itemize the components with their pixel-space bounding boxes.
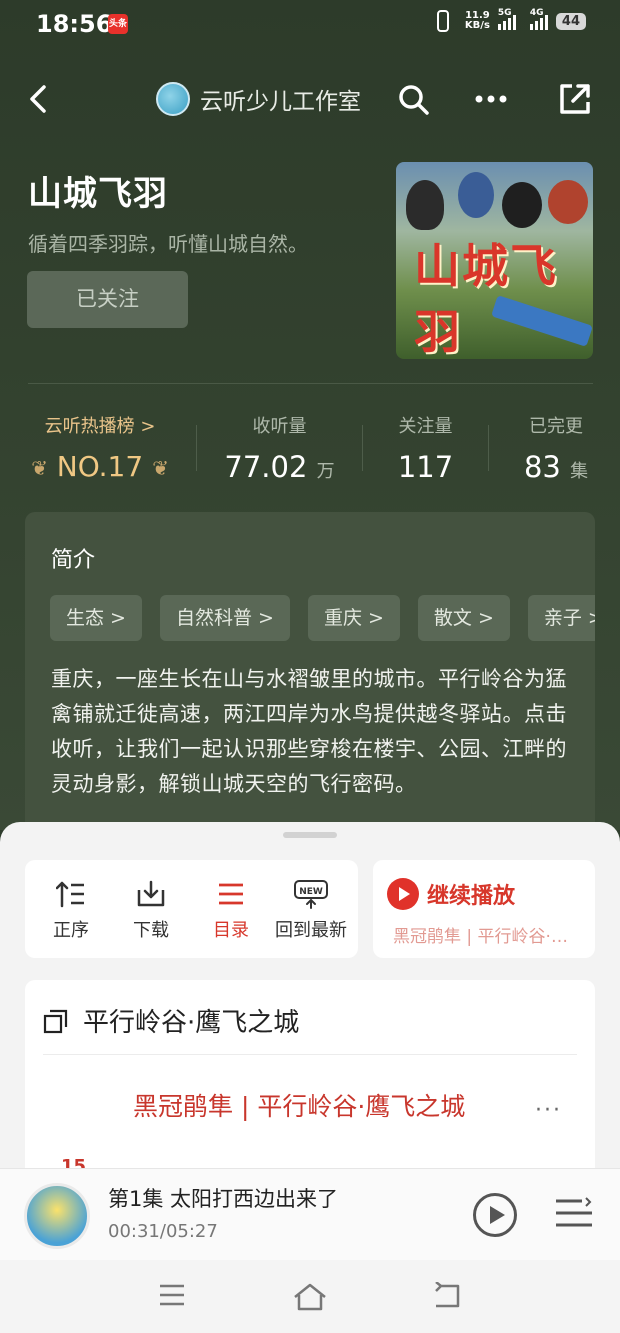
episodes-unit: 集 <box>570 461 589 482</box>
cover-bird-image <box>548 180 588 224</box>
sheet-drag-handle[interactable] <box>283 832 337 838</box>
net-speed-unit: KB/s <box>464 20 490 31</box>
tag-chip[interactable]: 生态 > <box>50 595 142 641</box>
laurel-left-icon: ❦ <box>31 456 48 480</box>
catalog-icon <box>219 883 243 905</box>
cover-bird-image <box>502 182 542 228</box>
back-to-latest-label: 回到最新 <box>275 920 347 941</box>
sort-icon <box>56 881 84 908</box>
follows-label: 关注量 <box>398 416 453 437</box>
sort-order-label: 正序 <box>53 920 89 941</box>
episodes-value: 83 <box>523 450 561 484</box>
continue-row: 继续播放 <box>387 878 515 910</box>
collection-icon <box>43 1009 68 1033</box>
network-speed: 11.9 KB/s <box>465 11 490 31</box>
tag-chip[interactable]: 亲子 > <box>527 595 595 641</box>
status-bar: 18:56 头条 11.9 KB/s 5G 4G 44 <box>0 0 620 50</box>
rank-stat[interactable]: 云听热播榜 > ❦ NO.17 ❦ <box>30 412 170 483</box>
signal-4g-label: 4G <box>529 8 544 18</box>
laurel-right-icon: ❦ <box>152 456 169 480</box>
player-episode-title: 第1集 太阳打西边出来了 <box>108 1187 339 1211</box>
play-circle-icon <box>387 878 419 910</box>
plays-unit: 万 <box>316 461 335 482</box>
plays-stat: 收听量 77.02 万 <box>212 412 347 484</box>
stat-separator <box>488 425 489 471</box>
episodes-stat: 已完更 83 集 <box>508 412 604 484</box>
new-badge-text: NEW <box>299 887 323 897</box>
tag-list: 生态 > 自然科普 > 重庆 > 散文 > 亲子 > <box>50 595 595 641</box>
new-badge-icon: NEW <box>294 880 328 909</box>
home-icon[interactable] <box>292 1282 328 1312</box>
signal-5g-label: 5G <box>497 8 512 18</box>
intro-description: 重庆，一座生长在山与水褶皱里的城市。平行岭谷为猛禽铺就迁徙高速，两江四岸为水鸟提… <box>51 667 567 796</box>
catalog-button[interactable]: 目录 <box>191 878 271 942</box>
tag-chip[interactable]: 重庆 > <box>307 595 400 641</box>
plays-value: 77.02 <box>224 450 308 484</box>
studio-avatar <box>156 82 190 116</box>
back-arrow-icon[interactable] <box>26 84 52 114</box>
download-button[interactable]: 下载 <box>111 878 191 942</box>
back-icon[interactable] <box>432 1282 462 1310</box>
follows-stat: 关注量 117 <box>378 412 473 484</box>
section-title: 平行岭谷·鹰飞之城 <box>83 1008 300 1038</box>
episode-title[interactable]: 黑冠鹃隼 | 平行岭谷·鹰飞之城 <box>133 1090 513 1124</box>
continue-label: 继续播放 <box>427 884 516 909</box>
rank-label: 云听热播榜 > <box>44 416 156 437</box>
plays-label: 收听量 <box>252 416 307 437</box>
section-divider <box>43 1054 577 1055</box>
cover-bird-image <box>458 172 494 218</box>
playlist-icon[interactable] <box>554 1195 594 1231</box>
intro-heading: 简介 <box>51 548 96 573</box>
search-icon[interactable] <box>398 84 430 116</box>
more-options-icon[interactable] <box>474 94 508 104</box>
vibrate-icon <box>436 10 449 32</box>
download-icon <box>137 880 165 907</box>
cover-title-text: 山城飞羽 <box>414 239 558 359</box>
play-button-icon[interactable] <box>473 1193 517 1237</box>
follows-value: 117 <box>397 450 454 484</box>
signal-4g-icon: 4G <box>529 8 548 30</box>
episode-more-icon[interactable]: ··· <box>535 1098 562 1123</box>
episodes-label: 已完更 <box>529 416 583 437</box>
tag-chip[interactable]: 散文 > <box>417 595 510 641</box>
mini-player[interactable]: 第1集 太阳打西边出来了 00:31/05:27 <box>0 1168 620 1260</box>
continue-playing-card[interactable]: 继续播放 黑冠鹃隼 | 平行岭谷·鹰飞之城 <box>373 860 595 958</box>
plays-value-row: 77.02 万 <box>212 450 347 484</box>
follow-button[interactable]: 已关注 <box>27 271 188 328</box>
back-to-latest-button[interactable]: NEW 回到最新 <box>271 878 351 942</box>
share-icon[interactable] <box>558 82 592 116</box>
player-progress-time: 00:31/05:27 <box>108 1221 218 1242</box>
status-time: 18:56 <box>36 10 113 38</box>
sort-order-button[interactable]: 正序 <box>31 878 111 942</box>
rank-value-row: ❦ NO.17 ❦ <box>30 450 170 483</box>
status-icons: 11.9 KB/s 5G 4G 44 <box>436 8 586 32</box>
stat-separator <box>362 425 363 471</box>
catalog-label: 目录 <box>213 920 249 941</box>
battery-icon: 44 <box>555 12 586 30</box>
section-header[interactable]: 平行岭谷·鹰飞之城 <box>43 1002 299 1039</box>
intro-card: 简介 生态 > 自然科普 > 重庆 > 散文 > 亲子 > 重庆，一座生长在山与… <box>25 512 595 842</box>
cover-bird-image <box>406 180 444 230</box>
studio-name: 云听少儿工作室 <box>200 89 361 115</box>
episode-toolbar: 正序 下载 目录 NEW 回到最新 <box>25 860 358 958</box>
notification-app-icon: 头条 <box>108 14 128 34</box>
header-divider <box>28 383 593 384</box>
top-navigation: 云听少儿工作室 <box>0 72 620 128</box>
studio-link[interactable]: 云听少儿工作室 <box>156 82 361 116</box>
menu-icon[interactable] <box>158 1282 186 1308</box>
rank-value: NO.17 <box>56 450 144 483</box>
player-cover-art[interactable] <box>24 1183 90 1249</box>
album-title: 山城飞羽 <box>28 174 168 214</box>
continue-episode-title: 黑冠鹃隼 | 平行岭谷·鹰飞之城 <box>393 927 583 947</box>
download-label: 下载 <box>133 920 169 941</box>
album-cover[interactable]: 山城飞羽 <box>396 162 593 359</box>
stat-separator <box>196 425 197 471</box>
system-navigation-bar <box>0 1260 620 1333</box>
album-subtitle: 循着四季羽踪，听懂山城自然。 <box>28 232 308 256</box>
signal-5g-icon: 5G <box>497 8 516 30</box>
episodes-value-row: 83 集 <box>508 450 604 484</box>
tag-chip[interactable]: 自然科普 > <box>159 595 290 641</box>
